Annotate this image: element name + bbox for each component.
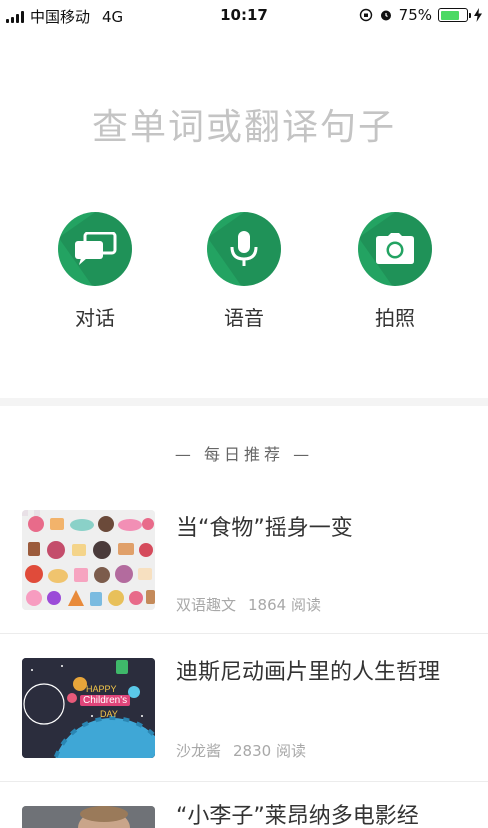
article-category: 双语趣文 bbox=[176, 596, 237, 614]
article-reads: 1864 阅读 bbox=[248, 596, 321, 614]
article-title: “小李子”莱昂纳多电影经 bbox=[176, 804, 419, 828]
action-bar: 对话 语音 拍照 bbox=[0, 212, 488, 332]
article-title: 当“食物”摇身一变 bbox=[176, 516, 353, 541]
voice-label: 语音 bbox=[224, 306, 264, 330]
article-category: 沙龙酱 bbox=[176, 742, 222, 760]
daily-recommend-title: — 每日推荐 — bbox=[174, 445, 314, 464]
thumb-caption-children: Children's bbox=[80, 695, 131, 706]
thumb-caption-day: DAY bbox=[100, 709, 118, 719]
section-divider bbox=[0, 398, 488, 406]
battery-fill bbox=[440, 10, 460, 20]
camera-button[interactable]: 拍照 bbox=[340, 212, 450, 331]
alarm-icon bbox=[380, 10, 391, 21]
search-input[interactable]: 查单词或翻译句子 bbox=[0, 98, 488, 150]
conversation-circle bbox=[58, 212, 132, 286]
microphone-icon bbox=[230, 231, 258, 266]
camera-label: 拍照 bbox=[375, 306, 415, 330]
voice-button[interactable]: 语音 bbox=[189, 212, 299, 331]
conversation-label: 对话 bbox=[75, 306, 115, 330]
battery-percent: 75% bbox=[398, 6, 432, 24]
thumb-caption-happy: HAPPY bbox=[86, 684, 117, 694]
charging-bolt-icon bbox=[474, 8, 482, 22]
article-meta: 沙龙酱 2830 阅读 bbox=[176, 740, 306, 761]
orientation-lock-icon bbox=[359, 8, 372, 22]
list-divider bbox=[0, 781, 488, 782]
status-right: 75% bbox=[359, 6, 482, 24]
list-divider bbox=[0, 633, 488, 634]
article-thumbnail-portrait bbox=[22, 806, 155, 828]
chat-bubbles-icon bbox=[75, 232, 117, 265]
conversation-button[interactable]: 对话 bbox=[40, 212, 150, 331]
voice-circle bbox=[207, 212, 281, 286]
article-thumbnail-food bbox=[22, 510, 155, 610]
camera-icon bbox=[376, 233, 414, 264]
status-bar: 中国移动 4G 10:17 75% bbox=[0, 0, 488, 32]
article-title: 迪斯尼动画片里的人生哲理 bbox=[176, 660, 441, 685]
article-thumbnail-disney: HAPPY Children's DAY bbox=[22, 658, 155, 758]
article-meta: 双语趣文 1864 阅读 bbox=[176, 594, 321, 615]
camera-circle bbox=[358, 212, 432, 286]
battery-icon bbox=[438, 8, 471, 22]
article-reads: 2830 阅读 bbox=[233, 742, 306, 760]
